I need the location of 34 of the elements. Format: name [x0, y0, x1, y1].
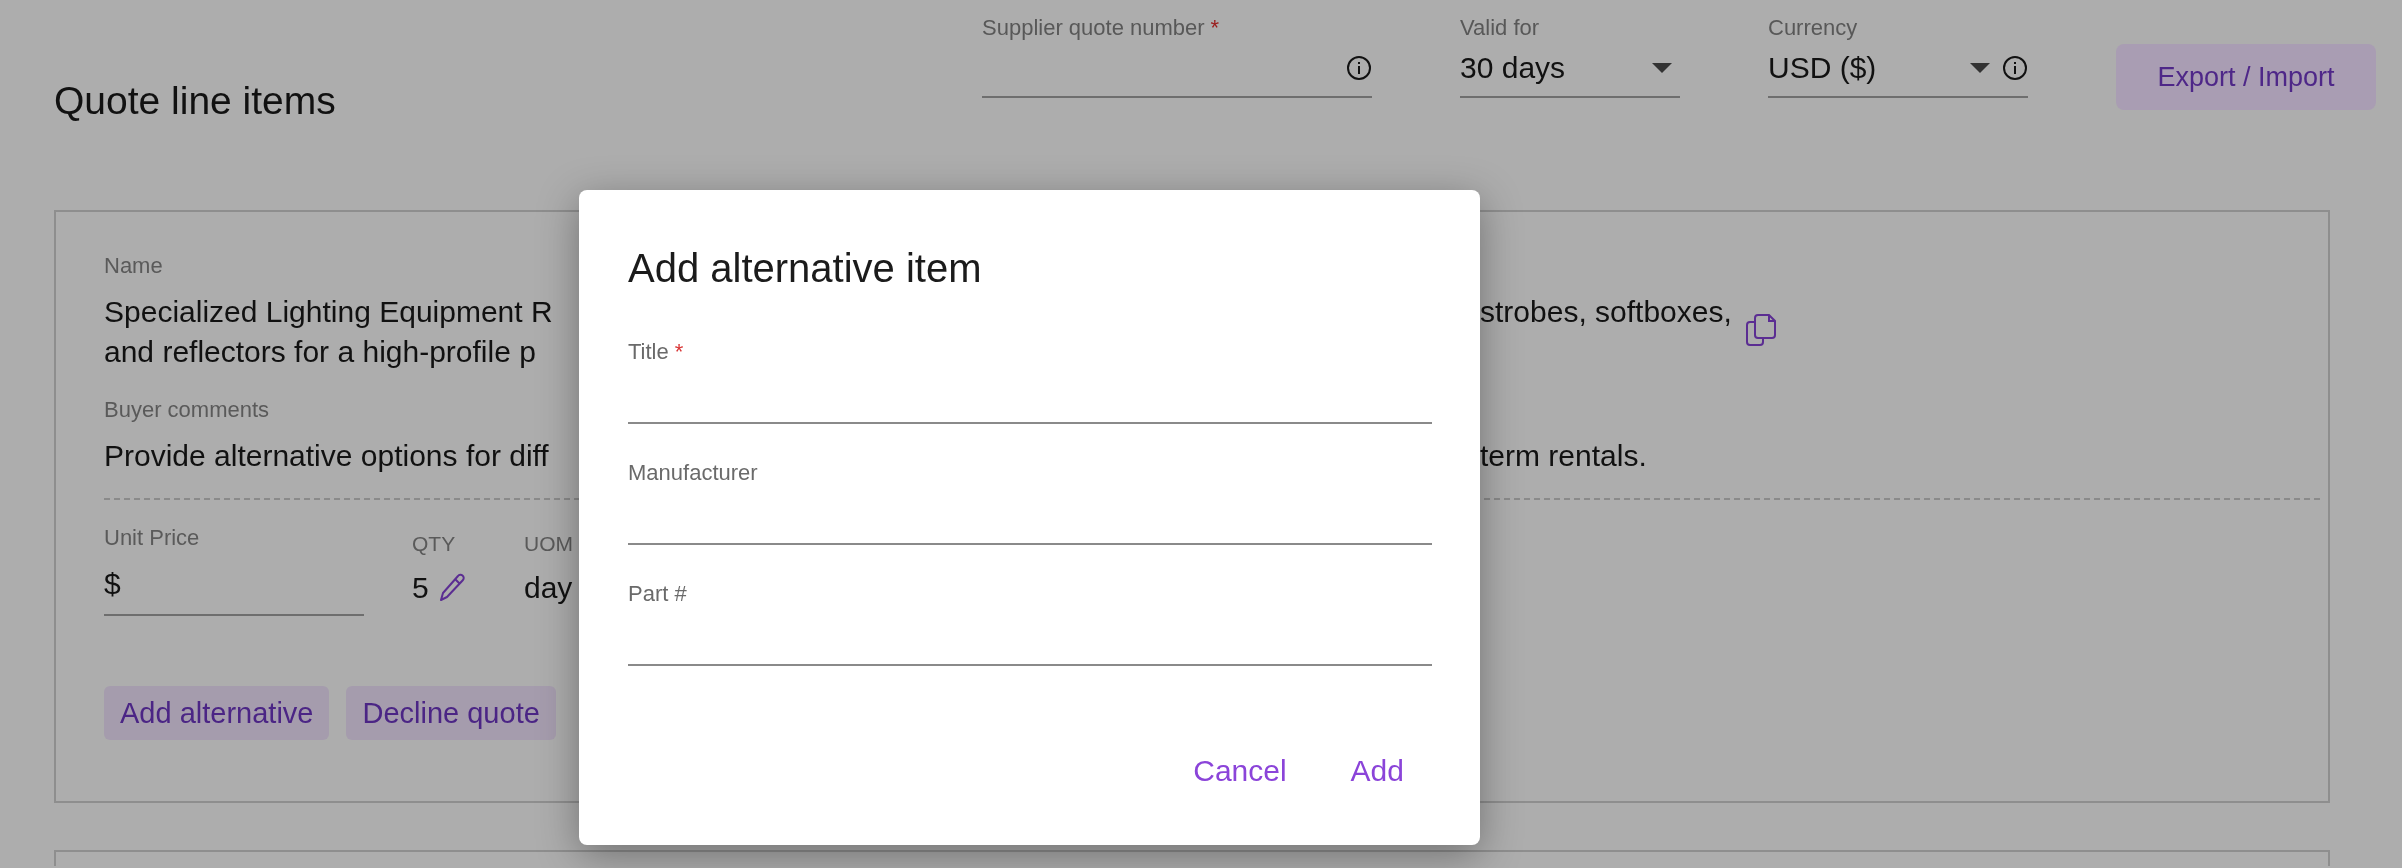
comment-text: term rentals. [1480, 438, 1648, 474]
field-label: Part # [628, 582, 687, 606]
field-label: Supplier quote number [982, 16, 1205, 40]
field-label: Title [628, 340, 669, 364]
page-title: Quote line items [54, 80, 337, 122]
dialog-button[interactable]: Add [1338, 746, 1416, 796]
export-import-button[interactable]: Export / Import [2116, 44, 2376, 110]
info-icon[interactable] [2002, 55, 2028, 81]
item-name-text: strobes, softboxes, [1480, 294, 1732, 330]
field-label: Buyer comments [104, 398, 271, 422]
field-label: Unit Price [104, 526, 201, 550]
unit-value: day [524, 570, 573, 606]
copy-icon[interactable] [1745, 314, 1776, 346]
field-label: Currency [1768, 16, 1858, 40]
field-label: Manufacturer [628, 461, 758, 485]
action-button[interactable]: Decline quote [346, 686, 556, 740]
dropdown[interactable]: USD ($) [1768, 40, 2028, 98]
field-label: UOM [524, 532, 573, 556]
required-asterisk: * [674, 340, 684, 364]
dropdown-caret-icon[interactable] [1970, 63, 1990, 73]
info-icon[interactable] [1346, 55, 1372, 81]
dialog-title: Add alternative item [628, 245, 983, 292]
dialog-button[interactable]: Cancel [1181, 746, 1299, 796]
field-label: Name [104, 254, 164, 278]
item-name-text: Specialized Lighting Equipment R and reflectors for a high-profile p [104, 294, 554, 370]
required-asterisk: * [1210, 16, 1220, 40]
price-field[interactable]: $ [104, 554, 364, 616]
field-label: QTY [412, 532, 457, 556]
action-button[interactable]: Add alternative [104, 686, 330, 740]
comment-text: Provide alternative options for diff [104, 438, 550, 474]
dropdown-caret-icon[interactable] [1652, 63, 1672, 73]
dropdown[interactable]: 30 days [1460, 40, 1680, 98]
field-label: Valid for [1460, 16, 1540, 40]
quantity-value: 5 [412, 570, 429, 606]
